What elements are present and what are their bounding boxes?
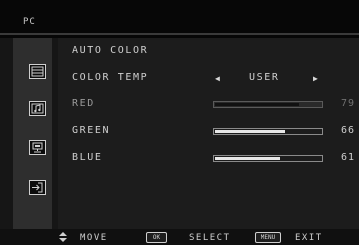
display-icon[interactable] [29, 140, 46, 155]
select-hint: SELECT [189, 233, 231, 243]
green-slider-fill [215, 130, 285, 133]
blue-value: 61 [341, 152, 356, 163]
right-arrow-icon[interactable]: ▶ [313, 74, 318, 83]
color-temp-option[interactable]: COLOR TEMP [72, 72, 148, 83]
blue-option[interactable]: BLUE [72, 152, 102, 163]
move-hint: MOVE [80, 233, 108, 243]
blue-slider[interactable] [213, 155, 323, 162]
audio-icon[interactable] [29, 101, 46, 116]
sidebar [13, 38, 52, 229]
green-slider[interactable] [213, 128, 323, 135]
input-icon[interactable] [29, 180, 46, 195]
updown-arrow-icon [59, 232, 67, 242]
color-temp-value: USER [249, 72, 280, 83]
green-option[interactable]: GREEN [72, 125, 110, 136]
red-slider-fill [215, 103, 299, 106]
ok-key-icon: OK [146, 232, 167, 243]
menu-title: PC [23, 17, 36, 27]
exit-hint: EXIT [295, 233, 323, 243]
picture-icon[interactable] [29, 64, 46, 79]
header-divider [0, 33, 359, 35]
red-slider[interactable] [213, 101, 323, 108]
blue-slider-fill [215, 157, 280, 160]
menu-key-icon: MENU [255, 232, 281, 243]
auto-color-option[interactable]: AUTO COLOR [72, 45, 148, 56]
left-arrow-icon[interactable]: ◀ [215, 74, 220, 83]
red-option[interactable]: RED [72, 98, 95, 109]
red-value: 79 [341, 98, 356, 109]
green-value: 66 [341, 125, 356, 136]
